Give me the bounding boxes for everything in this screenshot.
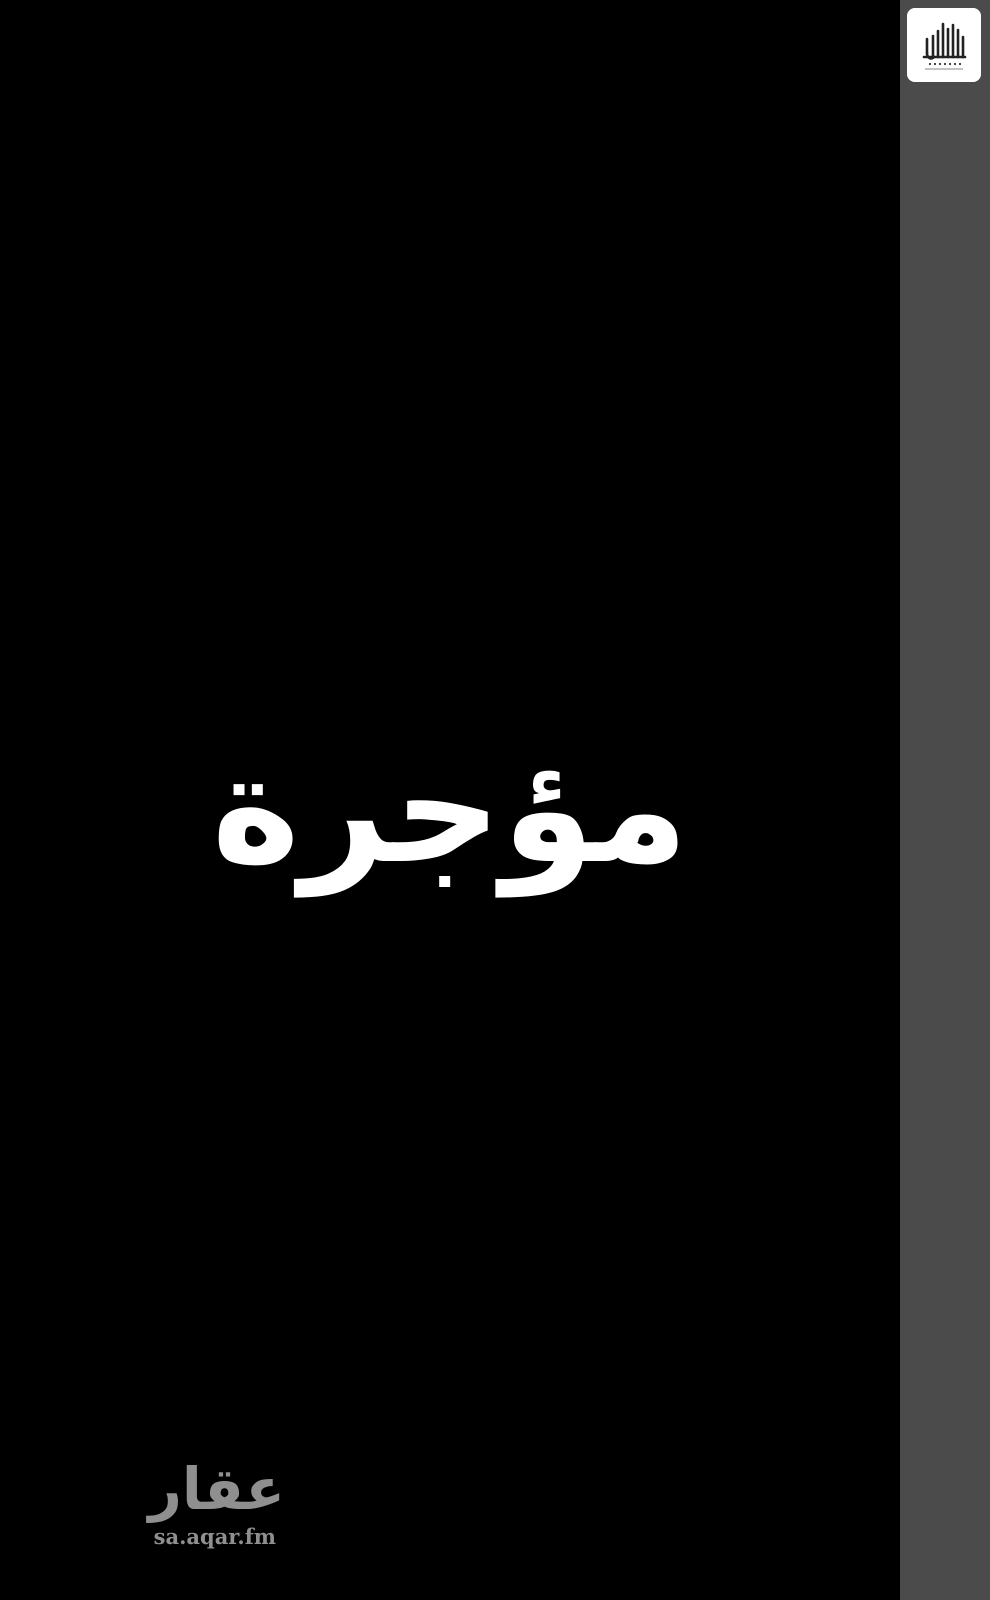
aqar-watermark: عقار sa.aqar.fm [135,1460,285,1560]
side-strip [900,0,990,1600]
watermark-domain-text: sa.aqar.fm [153,1524,276,1549]
watermark-arabic-text: عقار [148,1455,285,1523]
buildings-logo-icon [907,8,981,82]
listing-image: مؤجرة عقار sa.aqar.fm [0,0,900,1600]
brand-logo [907,8,981,82]
listing-image-screen: مؤجرة عقار sa.aqar.fm [0,0,990,1600]
rented-status-text: مؤجرة [211,723,689,897]
